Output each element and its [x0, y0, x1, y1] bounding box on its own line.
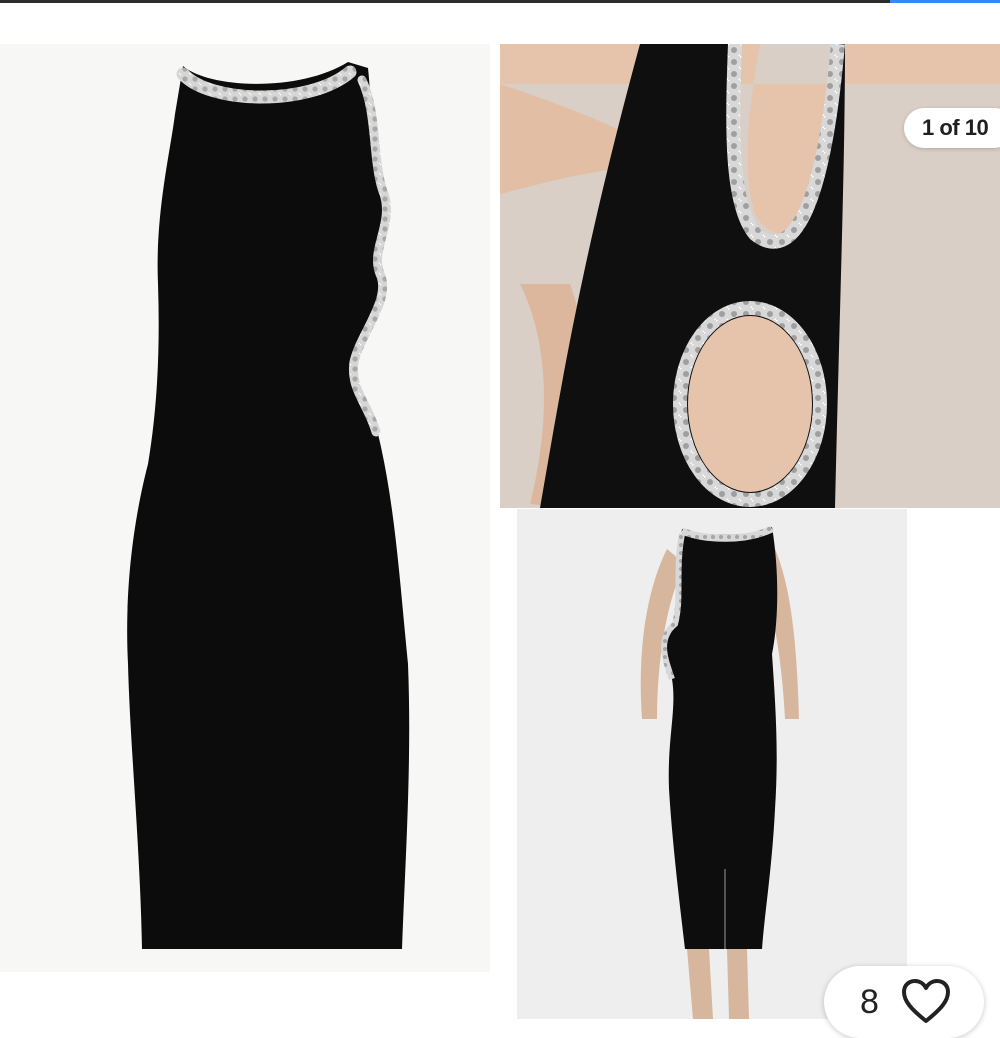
- like-button[interactable]: 8: [824, 966, 984, 1038]
- image-position-text: 1 of 10: [922, 115, 989, 140]
- like-count: 8: [860, 982, 879, 1021]
- cutout-hole: [688, 316, 812, 492]
- image-gallery[interactable]: 1 of 10 8: [0, 44, 1000, 1038]
- top-accent-bar: [890, 0, 1000, 3]
- dress-front: [127, 62, 410, 949]
- top-border: [0, 0, 1000, 3]
- product-image-back[interactable]: [517, 509, 907, 1019]
- product-image-front[interactable]: [0, 44, 490, 972]
- heart-outline-icon: [901, 979, 950, 1023]
- image-position-indicator: 1 of 10: [904, 108, 1000, 148]
